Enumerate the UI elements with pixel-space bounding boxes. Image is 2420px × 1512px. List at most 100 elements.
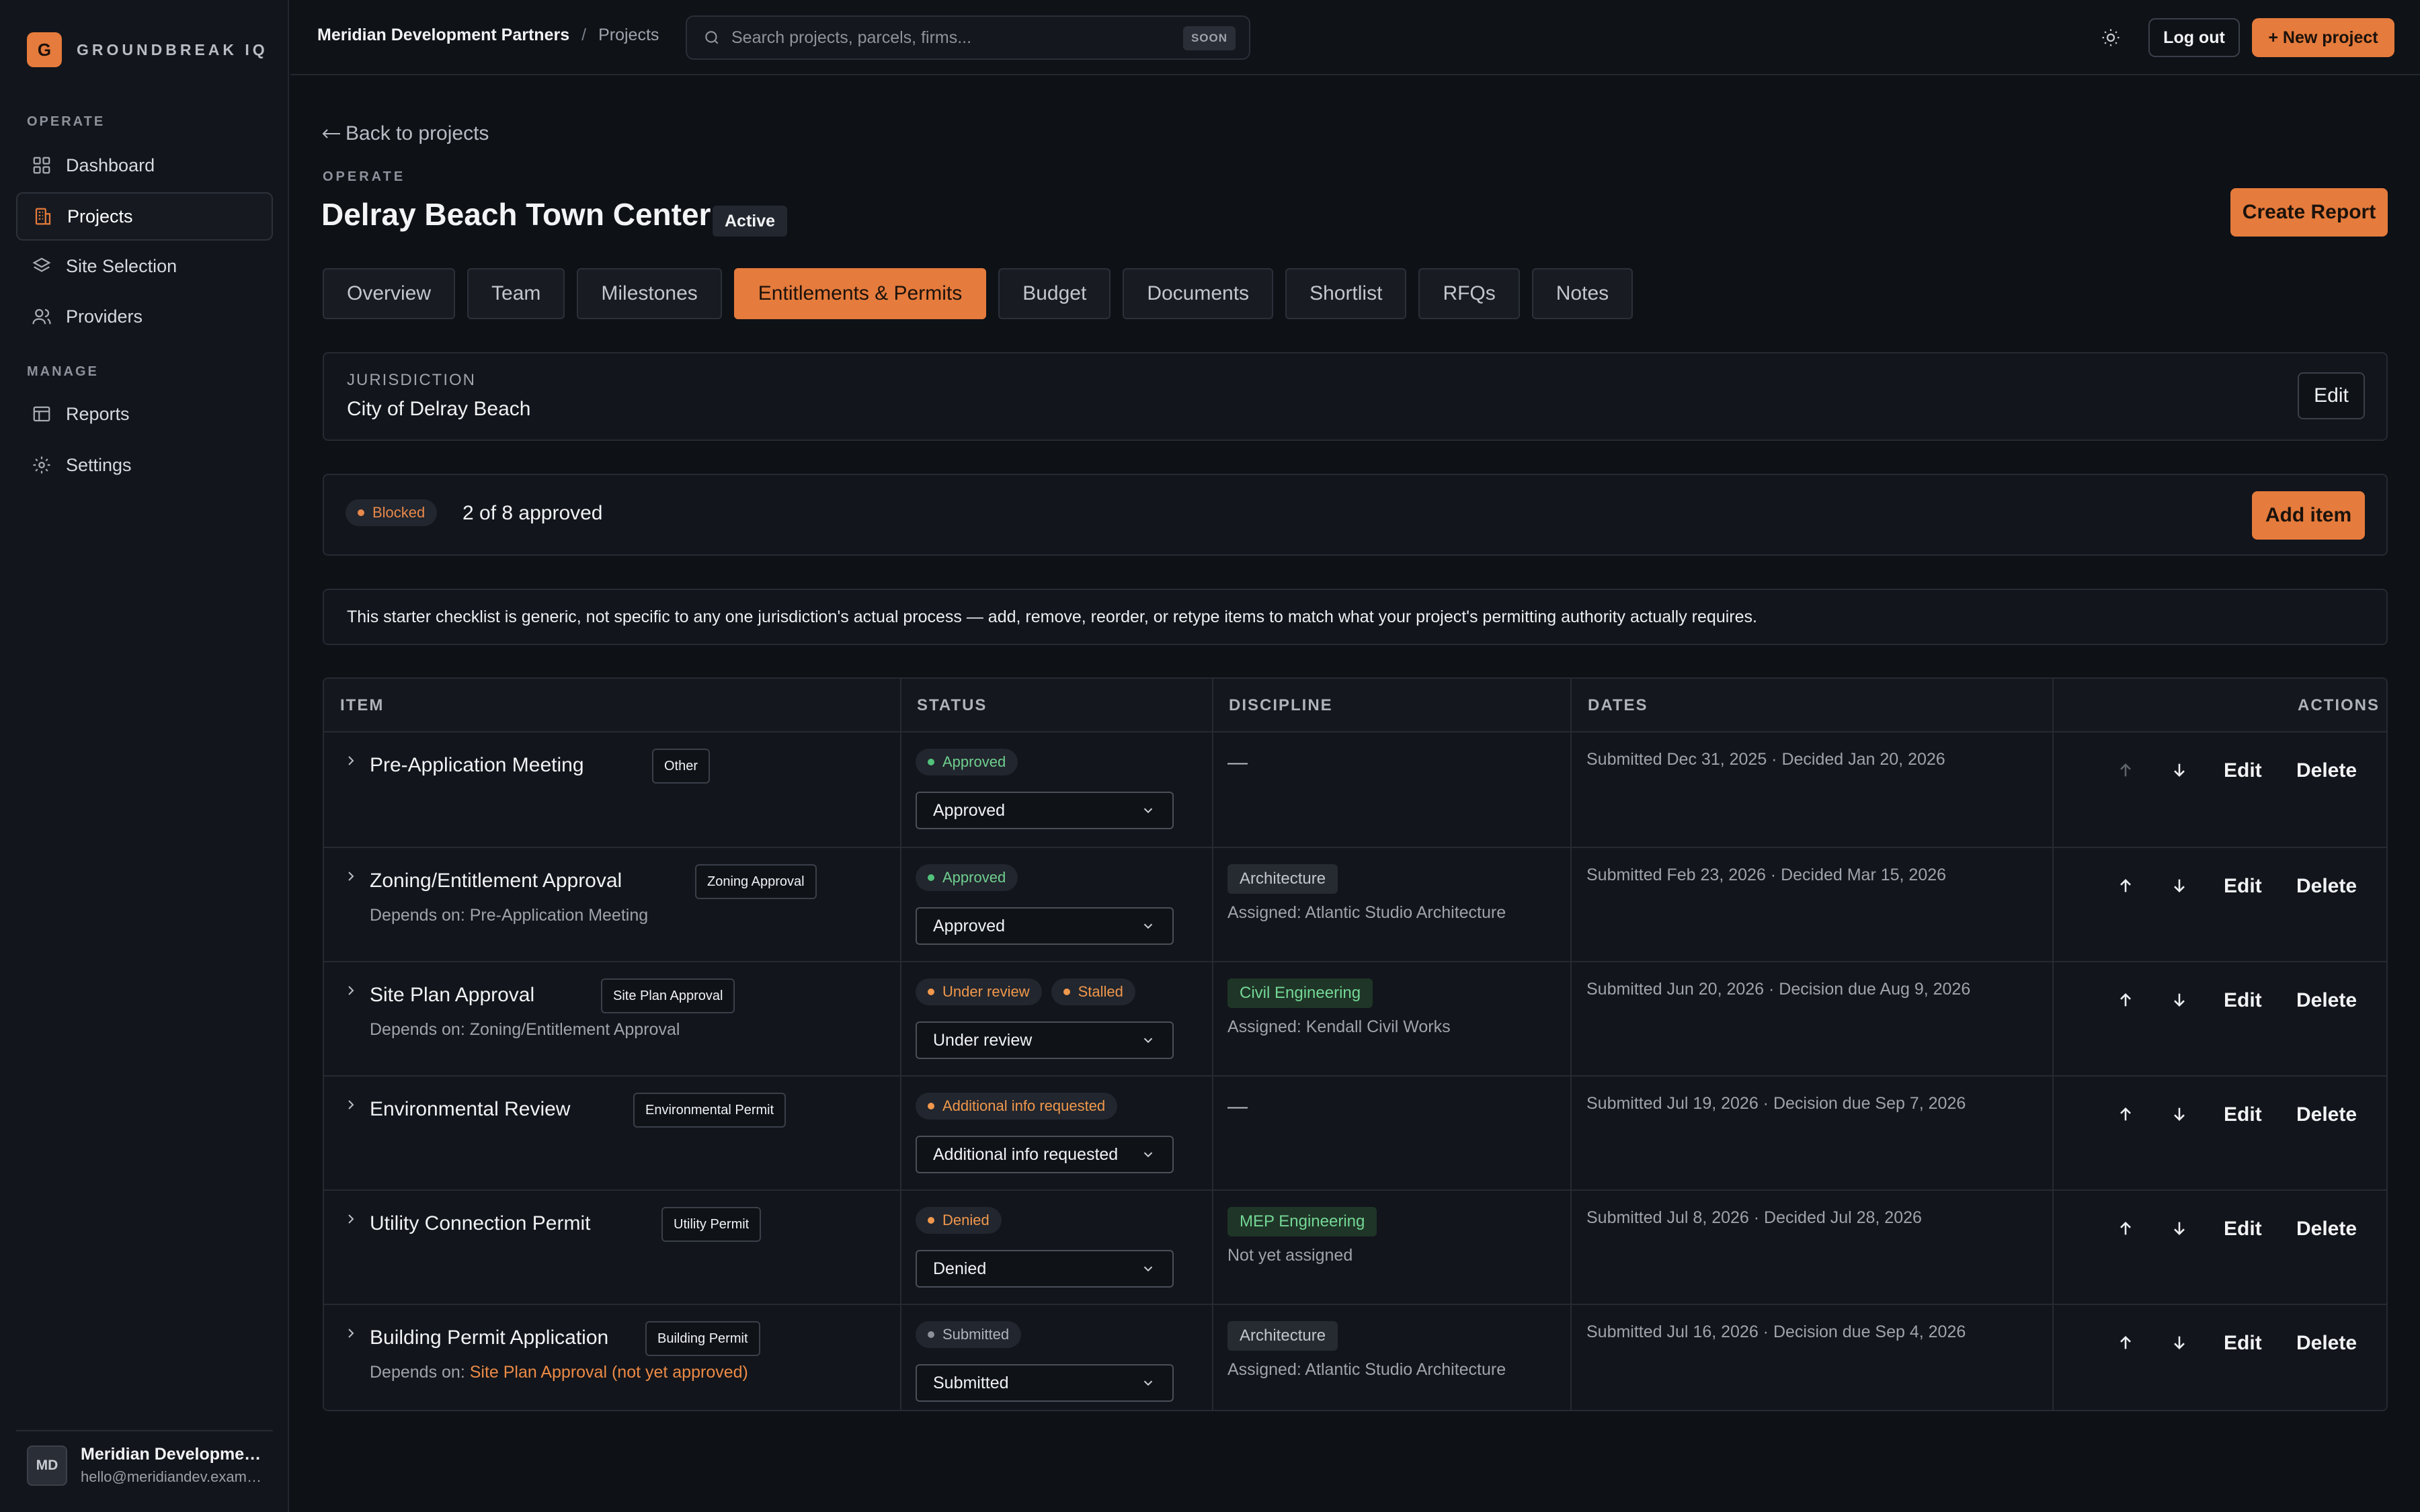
back-link-label: Back to projects — [346, 122, 489, 144]
checklist-notice: This starter checklist is generic, not s… — [323, 589, 2388, 645]
status-dot — [928, 1217, 934, 1224]
delete-item-button[interactable]: Delete — [2296, 759, 2357, 782]
arrow-up-icon[interactable] — [2115, 1218, 2136, 1239]
search-input[interactable] — [731, 28, 1175, 48]
tab-rfqs[interactable]: RFQs — [1418, 268, 1520, 319]
breadcrumb-current[interactable]: Projects — [598, 26, 659, 45]
delete-item-button[interactable]: Delete — [2296, 1218, 2357, 1241]
jurisdiction-value: City of Delray Beach — [347, 398, 531, 420]
depends-prefix: Depends on: — [370, 906, 470, 925]
header-discipline: DISCIPLINE — [1229, 696, 1333, 714]
tab-overview[interactable]: Overview — [323, 268, 456, 319]
item-type-badge: Site Plan Approval — [601, 978, 735, 1013]
edit-jurisdiction-button[interactable]: Edit — [2298, 372, 2365, 419]
sidebar-item-site-selection[interactable]: Site Selection — [16, 242, 273, 290]
status-select[interactable]: Approved — [916, 907, 1174, 945]
arrow-down-icon[interactable] — [2169, 875, 2190, 896]
user-card[interactable]: MD Meridian Development Partners hello@m… — [27, 1445, 262, 1486]
breadcrumb-org[interactable]: Meridian Development Partners — [317, 26, 569, 45]
status-select[interactable]: Approved — [916, 792, 1174, 829]
depends-on: Depends on: Zoning/Entitlement Approval — [370, 1020, 680, 1040]
table-row: Zoning/Entitlement Approval Zoning Approv… — [324, 847, 2386, 961]
edit-item-button[interactable]: Edit — [2224, 1218, 2262, 1241]
edit-item-button[interactable]: Edit — [2224, 759, 2262, 782]
sidebar-item-reports[interactable]: Reports — [16, 390, 273, 438]
depends-prefix: Depends on: — [370, 1363, 470, 1382]
sidebar-item-providers[interactable]: Providers — [16, 292, 273, 341]
chevron-right-icon[interactable] — [341, 1095, 360, 1114]
chevron-right-icon[interactable] — [341, 981, 360, 1000]
item-type-badge: Environmental Permit — [633, 1093, 787, 1128]
status-badge-label: Approved — [942, 753, 1006, 770]
sun-icon[interactable] — [2097, 24, 2124, 51]
arrow-down-icon[interactable] — [2169, 989, 2190, 1011]
status-select[interactable]: Under review — [916, 1021, 1174, 1059]
arrow-down-icon[interactable] — [2169, 759, 2190, 781]
tab-team[interactable]: Team — [467, 268, 565, 319]
delete-item-button[interactable]: Delete — [2296, 1103, 2357, 1126]
breadcrumb-separator: / — [581, 26, 587, 44]
arrow-up-icon[interactable] — [2115, 875, 2136, 896]
status-dot — [928, 874, 934, 881]
arrow-up-icon[interactable] — [2115, 1332, 2136, 1353]
delete-item-button[interactable]: Delete — [2296, 875, 2357, 898]
add-item-button[interactable]: Add item — [2252, 491, 2365, 540]
tab-milestones[interactable]: Milestones — [577, 268, 722, 319]
status-dot — [928, 989, 934, 995]
tab-notes[interactable]: Notes — [1531, 268, 1634, 319]
discipline-empty: — — [1227, 751, 1248, 773]
sidebar-item-settings[interactable]: Settings — [16, 441, 273, 489]
status-select[interactable]: Denied — [916, 1250, 1174, 1288]
arrow-up-icon[interactable] — [2115, 989, 2136, 1011]
delete-item-button[interactable]: Delete — [2296, 1332, 2357, 1355]
item-type-badge: Building Permit — [645, 1321, 760, 1356]
edit-item-button[interactable]: Edit — [2224, 1332, 2262, 1355]
sidebar-item-dashboard[interactable]: Dashboard — [16, 141, 273, 190]
arrow-down-icon[interactable] — [2169, 1332, 2190, 1353]
edit-item-button[interactable]: Edit — [2224, 875, 2262, 898]
back-to-projects-link[interactable]: Back to projects — [321, 122, 489, 145]
tab-entitlements-permits[interactable]: Entitlements & Permits — [733, 268, 987, 319]
edit-item-button[interactable]: Edit — [2224, 1103, 2262, 1126]
status-badge-label: Denied — [942, 1212, 990, 1228]
tab-shortlist[interactable]: Shortlist — [1285, 268, 1407, 319]
layers-icon — [31, 255, 52, 277]
arrow-up-icon[interactable] — [2115, 759, 2136, 781]
chevron-right-icon[interactable] — [341, 1324, 360, 1343]
sidebar-item-label: Providers — [66, 306, 143, 327]
item-dates: Submitted Dec 31, 2025 · Decided Jan 20,… — [1586, 750, 1945, 769]
brand[interactable]: G GROUNDBREAK IQ — [27, 32, 268, 67]
chevron-right-icon[interactable] — [341, 751, 360, 770]
status-badges: Approved — [916, 749, 1027, 775]
tab-documents[interactable]: Documents — [1123, 268, 1274, 319]
depends-target[interactable]: Site Plan Approval (not yet approved) — [470, 1363, 748, 1382]
status-badge-label: Submitted — [942, 1326, 1010, 1343]
chevron-right-icon[interactable] — [341, 1210, 360, 1228]
item-dates: Submitted Jun 20, 2026 · Decision due Au… — [1586, 980, 1971, 999]
approved-count: 2 of 8 approved — [462, 502, 603, 524]
delete-item-button[interactable]: Delete — [2296, 989, 2357, 1012]
table-row: Building Permit Application Building Perm… — [324, 1304, 2386, 1410]
tab-budget[interactable]: Budget — [998, 268, 1111, 319]
jurisdiction-panel: JURISDICTION City of Delray Beach Edit — [323, 352, 2388, 441]
arrow-down-icon[interactable] — [2169, 1218, 2190, 1239]
arrow-down-icon[interactable] — [2169, 1103, 2190, 1125]
new-project-button[interactable]: + New project — [2252, 18, 2394, 57]
chevron-right-icon[interactable] — [341, 867, 360, 886]
status-select[interactable]: Submitted — [916, 1364, 1174, 1402]
sidebar-item-label: Settings — [66, 454, 132, 475]
search-box[interactable]: SOON — [686, 15, 1250, 60]
create-report-button[interactable]: Create Report — [2230, 188, 2388, 237]
status-badges: Denied — [916, 1207, 1011, 1234]
permits-table: ITEM STATUS DISCIPLINE DATES ACTIONS Pre… — [323, 677, 2388, 1411]
item-dates: Submitted Jul 16, 2026 · Decision due Se… — [1586, 1322, 1966, 1341]
edit-item-button[interactable]: Edit — [2224, 989, 2262, 1012]
table-row: Site Plan Approval Site Plan Approval Depe… — [324, 961, 2386, 1075]
sidebar-divider — [16, 1430, 273, 1431]
status-select[interactable]: Additional info requested — [916, 1136, 1174, 1173]
status-badge: Submitted — [916, 1321, 1022, 1348]
sidebar-item-projects[interactable]: Projects — [16, 192, 273, 241]
arrow-up-icon[interactable] — [2115, 1103, 2136, 1125]
logout-button[interactable]: Log out — [2148, 18, 2240, 57]
status-dot — [928, 1103, 934, 1109]
